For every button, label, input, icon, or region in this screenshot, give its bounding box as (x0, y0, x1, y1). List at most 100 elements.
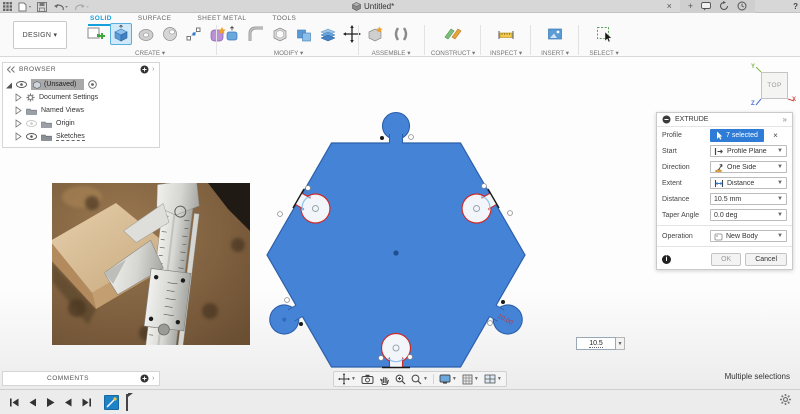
extrude-dialog: EXTRUDE » Profile 7 selected × Start Pro… (656, 112, 793, 270)
collapsed-triangle-icon[interactable] (15, 93, 22, 102)
browser-item-document-settings[interactable]: Document Settings (15, 91, 159, 104)
inspect-group-label[interactable]: INSPECT ▾ (486, 50, 526, 57)
eye-hidden-icon[interactable] (26, 120, 37, 127)
expand-triangle-icon[interactable] (5, 81, 12, 89)
pan-hand-icon[interactable] (379, 374, 390, 385)
cancel-button[interactable]: Cancel (745, 253, 787, 266)
go-to-end-icon[interactable] (80, 396, 93, 409)
navigation-toolbar: ▼ ▼ ▼ ▼ ▼ (333, 371, 507, 387)
distance-row: Distance 10.5 mm ▼ (657, 191, 792, 207)
axis-y-label: Y (751, 64, 755, 70)
two-point-icon[interactable] (184, 23, 204, 45)
extent-dropdown[interactable]: Distance ▼ (710, 177, 787, 189)
root-document-label[interactable]: (Unsaved) (31, 79, 84, 90)
undo-icon[interactable] (53, 2, 68, 12)
direction-dropdown[interactable]: One Side ▼ (710, 161, 787, 173)
distance-input[interactable]: 10.5 mm ▼ (710, 193, 787, 205)
measure-icon[interactable] (495, 23, 517, 45)
file-menu-icon[interactable] (18, 2, 31, 12)
press-pull-icon[interactable] (222, 23, 242, 45)
create-group-label[interactable]: CREATE ▾ (86, 50, 214, 57)
browser-item-named-views[interactable]: Named Views (15, 104, 159, 117)
move-icon[interactable] (342, 23, 362, 45)
close-tab-icon[interactable]: × (667, 0, 672, 13)
comments-header[interactable]: COMMENTS › (3, 372, 159, 385)
info-icon[interactable]: i (662, 255, 671, 264)
offset-face-icon[interactable] (318, 23, 338, 45)
dialog-pin-icon[interactable]: » (783, 115, 787, 124)
axis-x-label: X (792, 97, 796, 103)
profile-selection-button[interactable]: 7 selected (710, 129, 764, 142)
zoom-fit-icon[interactable] (395, 374, 406, 385)
dimension-manipulator: 10.5 ▼ (576, 337, 625, 350)
construct-plane-icon[interactable] (442, 23, 464, 45)
activate-radio-icon[interactable] (88, 80, 97, 89)
construct-group-label[interactable]: CONSTRUCT ▾ (430, 50, 476, 57)
panel-chevron-icon[interactable]: › (152, 375, 155, 382)
eye-icon[interactable] (26, 133, 37, 140)
viewport-canvas[interactable]: 10.00 (0, 57, 800, 389)
browser-item-sketches[interactable]: Sketches (15, 130, 159, 143)
eye-icon[interactable] (16, 81, 27, 88)
panel-options-icon[interactable] (140, 65, 149, 74)
timeline-sketch-feature[interactable] (104, 395, 119, 410)
extent-row: Extent Distance ▼ (657, 175, 792, 191)
start-dropdown[interactable]: Profile Plane ▼ (710, 145, 787, 157)
step-back-icon[interactable] (26, 396, 39, 409)
play-icon[interactable] (44, 396, 57, 409)
dimension-dropdown-icon[interactable]: ▼ (616, 337, 625, 350)
combine-icon[interactable] (294, 23, 314, 45)
tab-top[interactable] (383, 113, 410, 145)
collapsed-triangle-icon[interactable] (15, 119, 22, 128)
panel-chevron-icon[interactable]: › (152, 66, 155, 73)
new-component-icon[interactable] (364, 23, 386, 45)
create-sketch-icon[interactable] (86, 23, 106, 45)
collapsed-triangle-icon[interactable] (15, 106, 22, 115)
display-settings-icon[interactable]: ▼ (439, 374, 457, 384)
titlebar: Untitled* × + ? (0, 0, 800, 13)
step-forward-icon[interactable] (62, 396, 75, 409)
cursor-icon (716, 131, 723, 140)
fillet-icon[interactable] (246, 23, 266, 45)
shell-icon[interactable] (270, 23, 290, 45)
ok-button[interactable]: OK (711, 253, 741, 266)
app-grid-icon[interactable] (3, 2, 12, 11)
extrude-icon[interactable] (110, 23, 132, 45)
grid-snap-icon[interactable]: ▼ (462, 374, 479, 385)
browser-item-origin[interactable]: Origin (15, 117, 159, 130)
dimension-value-input[interactable]: 10.5 (576, 337, 616, 350)
redo-icon[interactable] (74, 2, 89, 12)
select-group-label[interactable]: SELECT ▾ (584, 50, 624, 57)
go-to-start-icon[interactable] (8, 396, 21, 409)
viewcube[interactable]: TOP Y X Z (748, 67, 796, 111)
clear-selection-button[interactable]: × (769, 129, 782, 142)
browser-root-row[interactable]: (Unsaved) (5, 78, 159, 91)
collapse-arrows-icon[interactable] (7, 66, 15, 73)
viewports-icon[interactable]: ▼ (484, 374, 502, 384)
insert-group-label[interactable]: INSERT ▾ (536, 50, 574, 57)
folder-icon (41, 120, 52, 128)
collapsed-triangle-icon[interactable] (15, 132, 22, 141)
new-tab-icon[interactable]: + (688, 0, 693, 13)
help-icon[interactable]: ? (793, 2, 798, 11)
pan-orbit-icon[interactable]: ▼ (338, 373, 356, 385)
timeline-playhead[interactable] (126, 394, 128, 411)
zoom-window-icon[interactable]: ▼ (411, 374, 428, 385)
extrude-dialog-icon (662, 115, 671, 124)
taper-angle-input[interactable]: 0.0 deg ▼ (710, 209, 787, 221)
workspace-selector[interactable]: DESIGN ▾ (13, 21, 67, 49)
sweep-icon[interactable] (160, 23, 180, 45)
panel-options-icon[interactable] (140, 374, 149, 383)
joint-icon[interactable] (390, 23, 412, 45)
assemble-group-label[interactable]: ASSEMBLE ▾ (364, 50, 418, 57)
insert-image-icon[interactable] (544, 23, 566, 45)
browser-header[interactable]: BROWSER › (3, 63, 159, 76)
modify-group-label[interactable]: MODIFY ▾ (222, 50, 355, 57)
revolve-icon[interactable] (136, 23, 156, 45)
look-at-icon[interactable] (361, 374, 374, 384)
save-icon[interactable] (37, 2, 47, 12)
select-icon[interactable] (593, 23, 615, 45)
timeline-settings-gear-icon[interactable] (779, 393, 792, 411)
extrude-dialog-header[interactable]: EXTRUDE » (657, 113, 792, 127)
operation-dropdown[interactable]: New Body ▼ (710, 230, 787, 242)
